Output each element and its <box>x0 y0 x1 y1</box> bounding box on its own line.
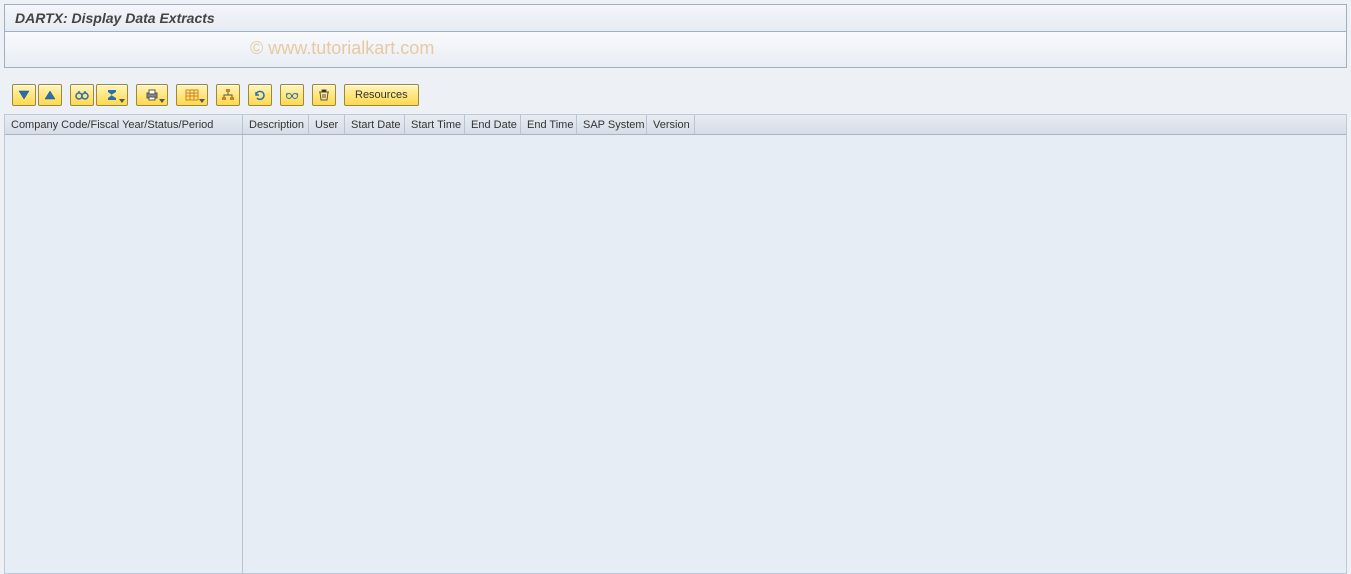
toolbar-group-delete <box>312 84 336 106</box>
binoculars-icon <box>75 89 89 101</box>
toolbar-group-expand <box>12 84 62 106</box>
tree-panel[interactable] <box>5 135 243 573</box>
hierarchy-button[interactable] <box>216 84 240 106</box>
delete-button[interactable] <box>312 84 336 106</box>
find-button[interactable] <box>70 84 94 106</box>
column-header[interactable]: Start Date <box>345 115 405 134</box>
hierarchy-icon <box>221 89 235 101</box>
trash-icon <box>318 89 330 101</box>
column-header-filler <box>695 115 1346 134</box>
page-title: DARTX: Display Data Extracts <box>15 10 215 26</box>
glasses-icon <box>285 89 299 101</box>
expand-all-icon <box>17 89 31 101</box>
column-header[interactable]: User <box>309 115 345 134</box>
column-header[interactable]: End Time <box>521 115 577 134</box>
column-header[interactable]: SAP System <box>577 115 647 134</box>
toolbar-group-layout <box>176 84 208 106</box>
toolbar-group-resources: Resources <box>344 84 419 106</box>
toolbar: Resources <box>4 80 1347 110</box>
toolbar-group-search <box>70 84 128 106</box>
layout-button[interactable] <box>176 84 208 106</box>
print-button[interactable] <box>136 84 168 106</box>
resources-button[interactable]: Resources <box>344 84 419 106</box>
expand-all-button[interactable] <box>12 84 36 106</box>
dropdown-indicator-icon <box>199 99 205 103</box>
detail-button[interactable] <box>280 84 304 106</box>
title-bar: DARTX: Display Data Extracts <box>4 4 1347 32</box>
collapse-all-button[interactable] <box>38 84 62 106</box>
sum-button[interactable] <box>96 84 128 106</box>
grid-header: Company Code/Fiscal Year/Status/PeriodDe… <box>5 115 1346 135</box>
menu-bar <box>4 32 1347 68</box>
sigma-icon <box>106 89 118 101</box>
column-header[interactable]: Description <box>243 115 309 134</box>
refresh-icon <box>253 89 267 101</box>
toolbar-group-hierarchy <box>216 84 240 106</box>
dropdown-indicator-icon <box>159 99 165 103</box>
collapse-all-icon <box>43 89 57 101</box>
resources-label: Resources <box>355 89 408 101</box>
toolbar-group-nav <box>248 84 272 106</box>
column-header[interactable]: End Date <box>465 115 521 134</box>
column-header[interactable]: Start Time <box>405 115 465 134</box>
toolbar-group-detail <box>280 84 304 106</box>
column-header[interactable]: Version <box>647 115 695 134</box>
dropdown-indicator-icon <box>119 99 125 103</box>
grid-layout-icon <box>185 89 199 101</box>
data-panel[interactable] <box>243 135 1346 573</box>
printer-icon <box>145 89 159 101</box>
grid-body <box>5 135 1346 573</box>
toolbar-group-print <box>136 84 168 106</box>
column-header[interactable]: Company Code/Fiscal Year/Status/Period <box>5 115 243 134</box>
refresh-button[interactable] <box>248 84 272 106</box>
content-area: Company Code/Fiscal Year/Status/PeriodDe… <box>4 114 1347 574</box>
